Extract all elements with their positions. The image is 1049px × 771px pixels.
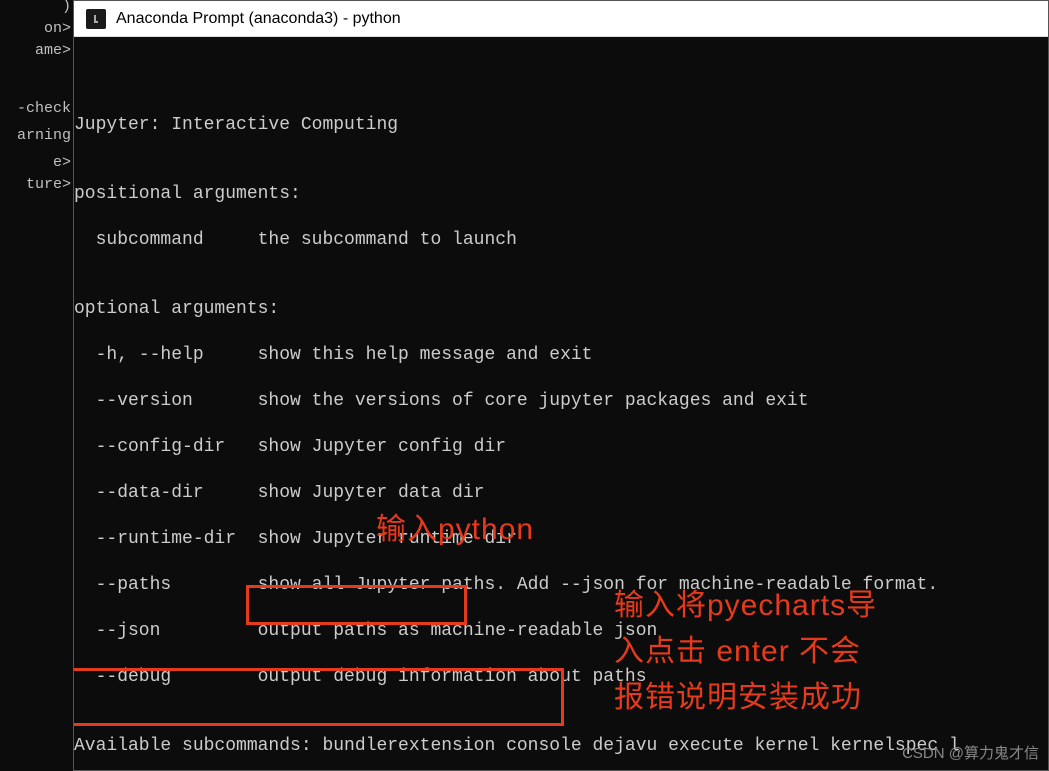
annotation-pyecharts-line2: 入点击 enter 不会 <box>614 640 861 663</box>
term-line: --data-dir show Jupyter data dir <box>74 482 1048 505</box>
anaconda-prompt-window: Anaconda Prompt (anaconda3) - python Jup… <box>73 0 1049 771</box>
fragment-line: e> <box>0 152 73 174</box>
background-terminal-fragment: ) on> ame> -check arning e> ture> <box>0 0 73 771</box>
term-line: --debug output debug information about p… <box>74 666 1048 689</box>
term-line: --json output paths as machine-readable … <box>74 620 1048 643</box>
fragment-line: on> <box>0 18 73 40</box>
fragment-line: ame> <box>0 40 73 62</box>
term-line: --paths show all Jupyter paths. Add --js… <box>74 574 1048 597</box>
term-line: --version show the versions of core jupy… <box>74 390 1048 413</box>
csdn-watermark: CSDN @算力鬼才信 <box>902 742 1039 763</box>
term-line: positional arguments: <box>74 183 1048 206</box>
term-line: -h, --help show this help message and ex… <box>74 344 1048 367</box>
term-line: Jupyter: Interactive Computing <box>74 114 1048 137</box>
terminal-app-icon <box>86 9 106 29</box>
term-line: optional arguments: <box>74 298 1048 321</box>
fragment-line: arning <box>0 125 73 147</box>
window-titlebar[interactable]: Anaconda Prompt (anaconda3) - python <box>74 1 1048 37</box>
window-title: Anaconda Prompt (anaconda3) - python <box>116 10 401 28</box>
fragment-line: -check <box>0 98 73 120</box>
annotation-pyecharts-line3: 报错说明安装成功 <box>614 686 862 709</box>
term-line: subcommand the subcommand to launch <box>74 229 1048 252</box>
fragment-line: ture> <box>0 174 73 196</box>
term-line: --runtime-dir show Jupyter runtime dir <box>74 528 1048 551</box>
annotation-pyecharts-line1: 输入将pyecharts导 <box>614 594 877 617</box>
term-line: --config-dir show Jupyter config dir <box>74 436 1048 459</box>
fragment-line: ) <box>0 0 73 18</box>
terminal-output[interactable]: Jupyter: Interactive Computing positiona… <box>74 37 1048 770</box>
